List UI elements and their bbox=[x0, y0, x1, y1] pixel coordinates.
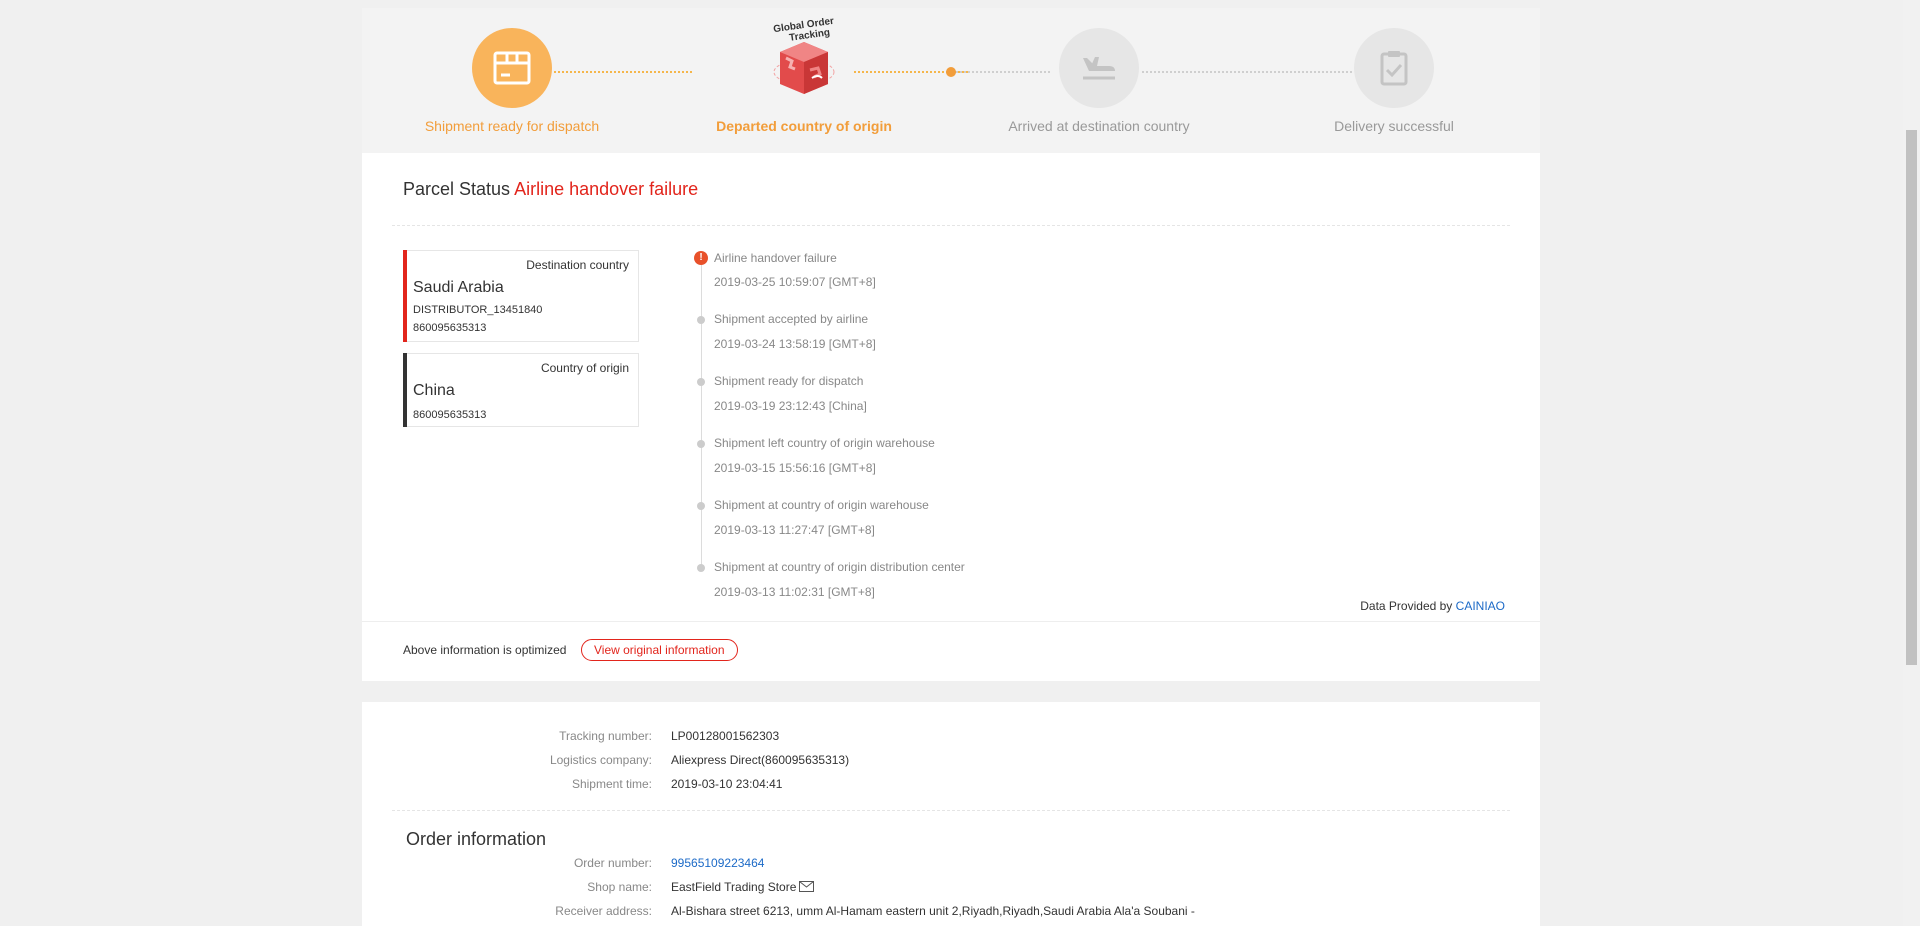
timeline-time: 2019-03-24 13:58:19 [GMT+8] bbox=[714, 337, 876, 351]
timeline-event: Shipment accepted by airline bbox=[714, 312, 869, 326]
parcel-status: Parcel Status Airline handover failure bbox=[403, 179, 698, 200]
destination-bar bbox=[403, 250, 407, 342]
step-label: Shipment ready for dispatch bbox=[424, 118, 600, 134]
alert-icon: ! bbox=[694, 251, 708, 265]
logistics-company-label: Logistics company: bbox=[549, 753, 652, 767]
order-number-label: Order number: bbox=[573, 856, 652, 870]
timeline-time: 2019-03-19 23:12:43 [China] bbox=[714, 399, 867, 413]
destination-title: Destination country bbox=[526, 258, 629, 272]
timeline-event: Airline handover failure bbox=[714, 251, 837, 265]
logistics-company-value: Aliexpress Direct(860095635313) bbox=[671, 753, 850, 767]
origin-country: China bbox=[413, 382, 455, 399]
view-original-button[interactable]: View original information bbox=[581, 639, 738, 661]
timeline-time: 2019-03-25 10:59:07 [GMT+8] bbox=[714, 275, 876, 289]
shipment-time-value: 2019-03-10 23:04:41 bbox=[671, 777, 783, 791]
timeline-time: 2019-03-13 11:27:47 [GMT+8] bbox=[714, 523, 875, 537]
timeline-dot bbox=[697, 440, 705, 448]
timeline-event: Shipment ready for dispatch bbox=[714, 374, 864, 388]
origin-title: Country of origin bbox=[540, 361, 629, 375]
destination-country: Saudi Arabia bbox=[413, 279, 504, 296]
divider bbox=[362, 621, 1540, 622]
parcel-card: Parcel Status Airline handover failure D… bbox=[362, 153, 1540, 681]
box-icon bbox=[472, 28, 552, 108]
timeline-event: Shipment at country of origin warehouse bbox=[714, 498, 929, 512]
progress-connector bbox=[554, 71, 692, 73]
step-label: Delivery successful bbox=[1334, 118, 1454, 134]
destination-number: 860095635313 bbox=[413, 322, 487, 334]
timeline-time: 2019-03-15 15:56:16 [GMT+8] bbox=[714, 461, 876, 475]
tracking-progress: Shipment ready for dispatch Global Order… bbox=[362, 8, 1540, 153]
cainiao-link[interactable]: CAINIAO bbox=[1456, 599, 1505, 613]
origin-box: Country of origin China 860095635313 bbox=[403, 353, 639, 427]
timeline-dot bbox=[697, 378, 705, 386]
data-provider: Data Provided by CAINIAO bbox=[1360, 599, 1505, 613]
airplane-landing-icon bbox=[1059, 28, 1139, 108]
divider bbox=[392, 810, 1510, 811]
receiver-address-value: Al-Bishara street 6213, umm Al-Hamam eas… bbox=[671, 904, 1195, 918]
mail-icon[interactable] bbox=[799, 880, 815, 895]
timeline-dot bbox=[697, 316, 705, 324]
tracking-number-label: Tracking number: bbox=[559, 729, 652, 743]
receiver-address-label: Receiver address: bbox=[555, 904, 652, 918]
parcel-status-value: Airline handover failure bbox=[514, 179, 699, 199]
shop-name-text[interactable]: EastField Trading Store bbox=[671, 880, 796, 894]
step-label: Arrived at destination country bbox=[1008, 118, 1190, 134]
order-information-heading: Order information bbox=[406, 829, 547, 849]
order-number-link[interactable]: 99565109223464 bbox=[671, 856, 764, 870]
divider bbox=[392, 225, 1510, 226]
scrollbar-thumb[interactable] bbox=[1906, 130, 1917, 665]
shop-name-value: EastField Trading Store bbox=[671, 880, 815, 895]
tracking-number-value: LP00128001562303 bbox=[671, 729, 780, 743]
step-label: Departed country of origin bbox=[716, 118, 892, 134]
optimized-note: Above information is optimized bbox=[403, 643, 567, 657]
origin-number: 860095635313 bbox=[413, 409, 487, 421]
shipment-time-label: Shipment time: bbox=[571, 777, 652, 791]
timeline-dot bbox=[697, 502, 705, 510]
progress-connector bbox=[956, 71, 1050, 73]
timeline-dot bbox=[697, 564, 705, 572]
progress-marker bbox=[946, 67, 956, 77]
origin-bar bbox=[403, 353, 407, 427]
data-provider-prefix: Data Provided by bbox=[1360, 599, 1453, 613]
progress-connector bbox=[1142, 71, 1352, 73]
timeline-event: Shipment left country of origin warehous… bbox=[714, 436, 935, 450]
shop-name-label: Shop name: bbox=[587, 880, 652, 894]
parcel-status-label: Parcel Status bbox=[403, 179, 511, 199]
timeline-event: Shipment at country of origin distributi… bbox=[714, 560, 965, 574]
timeline-time: 2019-03-13 11:02:31 [GMT+8] bbox=[714, 585, 875, 599]
clipboard-check-icon bbox=[1354, 28, 1434, 108]
shipment-info-card: Tracking number: LP00128001562303 Logist… bbox=[362, 702, 1540, 926]
scrollbar[interactable] bbox=[1903, 0, 1920, 926]
destination-box: Destination country Saudi Arabia DISTRIB… bbox=[403, 250, 639, 342]
global-order-tracking-cube-icon: Global Order Tracking bbox=[762, 14, 846, 98]
timeline-line bbox=[701, 256, 702, 568]
destination-distributor: DISTRIBUTOR_13451840 bbox=[413, 304, 543, 316]
